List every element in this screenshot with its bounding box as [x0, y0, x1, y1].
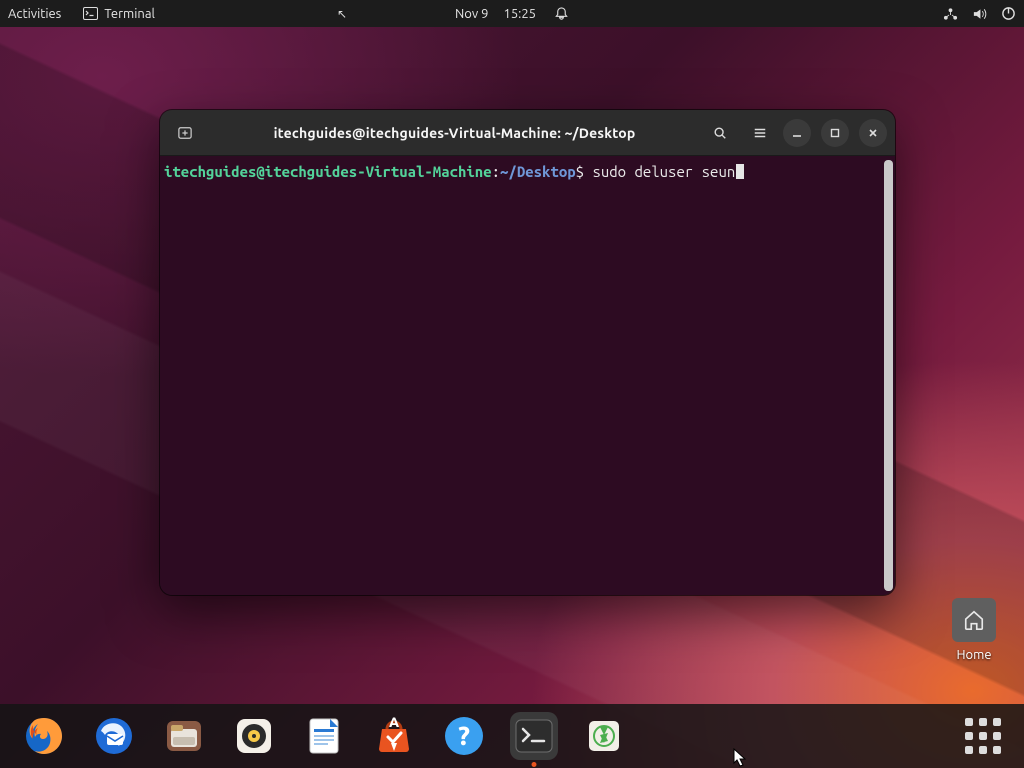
desktop-home-label: Home [944, 648, 1004, 662]
volume-icon[interactable] [972, 7, 987, 21]
dock-libreoffice-writer[interactable] [300, 712, 348, 760]
command-text: sudo deluser seun [592, 163, 735, 180]
dock-files[interactable] [160, 712, 208, 760]
help-icon: ? [443, 715, 485, 757]
desktop-home-icon[interactable]: Home [944, 598, 1004, 662]
dock-software[interactable]: A [370, 712, 418, 760]
activities-label: Activities [8, 7, 61, 21]
pointer-icon: ↖ [337, 7, 347, 21]
dock-firefox[interactable] [20, 712, 68, 760]
scrollbar[interactable] [884, 160, 893, 591]
top-panel: Activities Terminal ↖ Nov 9 15:25 [0, 0, 1024, 27]
rhythmbox-icon [233, 715, 275, 757]
trash-icon [583, 715, 625, 757]
show-applications-button[interactable] [962, 715, 1004, 757]
new-tab-button[interactable] [168, 118, 202, 148]
firefox-icon [23, 715, 65, 757]
prompt-user-host: itechguides@itechguides-Virtual-Machine [164, 163, 492, 180]
prompt-path: ~/Desktop [500, 163, 576, 180]
terminal-icon [83, 7, 98, 20]
prompt-symbol: $ [576, 163, 584, 180]
clock-date: Nov 9 [455, 7, 489, 21]
hamburger-menu-button[interactable] [743, 118, 777, 148]
terminal-window: itechguides@itechguides-Virtual-Machine:… [160, 110, 895, 595]
power-icon[interactable] [1001, 6, 1016, 21]
terminal-body[interactable]: itechguides@itechguides-Virtual-Machine:… [160, 156, 895, 595]
close-button[interactable] [859, 119, 887, 147]
prompt-line: itechguides@itechguides-Virtual-Machine:… [164, 162, 891, 182]
clock[interactable]: Nov 9 15:25 [455, 7, 536, 21]
network-icon[interactable] [943, 7, 958, 21]
dock-thunderbird[interactable] [90, 712, 138, 760]
app-menu[interactable]: Terminal [83, 7, 155, 21]
svg-text:?: ? [458, 721, 470, 750]
maximize-button[interactable] [821, 119, 849, 147]
dock-terminal[interactable] [510, 712, 558, 760]
activities-button[interactable]: Activities [8, 7, 61, 21]
libreoffice-writer-icon [303, 715, 345, 757]
text-cursor [736, 164, 744, 179]
dock-help[interactable]: ? [440, 712, 488, 760]
notifications-icon[interactable] [554, 6, 569, 21]
dock-rhythmbox[interactable] [230, 712, 278, 760]
terminal-titlebar[interactable]: itechguides@itechguides-Virtual-Machine:… [160, 110, 895, 156]
dock-trash[interactable] [580, 712, 628, 760]
terminal-app-icon [514, 718, 554, 754]
app-menu-label: Terminal [104, 7, 155, 21]
thunderbird-icon [93, 715, 135, 757]
dock: A ? [0, 704, 1024, 768]
home-icon [952, 598, 996, 642]
files-icon [163, 715, 205, 757]
search-button[interactable] [703, 118, 737, 148]
window-title: itechguides@itechguides-Virtual-Machine:… [212, 125, 697, 141]
svg-text:A: A [389, 715, 399, 730]
software-icon: A [373, 715, 415, 757]
clock-time: 15:25 [503, 7, 536, 21]
minimize-button[interactable] [783, 119, 811, 147]
